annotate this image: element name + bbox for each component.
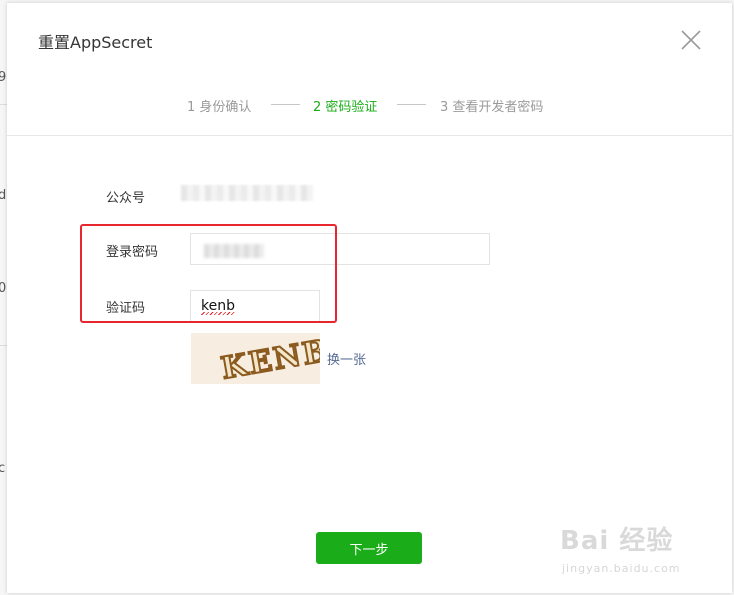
captcha-refresh-link[interactable]: 换一张	[327, 349, 366, 368]
close-button[interactable]	[679, 28, 703, 52]
reset-appsecret-dialog: 重置AppSecret 1 身份确认 2 密码验证 3 查看开发者密码 公众号 …	[7, 3, 732, 593]
step-separator	[271, 104, 300, 105]
background-text-fragment: d	[0, 188, 7, 203]
step-indicator: 1 身份确认 2 密码验证 3 查看开发者密码	[7, 94, 732, 115]
step-identity-confirm: 1 身份确认	[187, 100, 252, 115]
spellcheck-underline	[201, 312, 235, 315]
header-divider	[7, 135, 732, 136]
step-separator	[397, 104, 426, 105]
background-text-fragment: 0	[0, 281, 7, 296]
background-text-fragment: 9	[0, 70, 7, 85]
background-text-fragment: c	[0, 461, 6, 476]
next-step-button[interactable]: 下一步	[316, 532, 422, 564]
password-label: 登录密码	[106, 245, 159, 260]
close-icon	[681, 30, 701, 50]
captcha-graphic: KENB	[191, 333, 320, 384]
account-label: 公众号	[106, 191, 146, 206]
step-password-verify: 2 密码验证	[313, 100, 378, 115]
captcha-image[interactable]: KENB	[191, 333, 320, 384]
password-value-redacted	[204, 244, 264, 258]
dialog-title: 重置AppSecret	[38, 33, 153, 52]
step-view-developer-password: 3 查看开发者密码	[440, 100, 544, 115]
account-value-redacted	[181, 185, 313, 201]
captcha-input[interactable]	[190, 290, 320, 322]
captcha-label: 验证码	[106, 301, 146, 316]
